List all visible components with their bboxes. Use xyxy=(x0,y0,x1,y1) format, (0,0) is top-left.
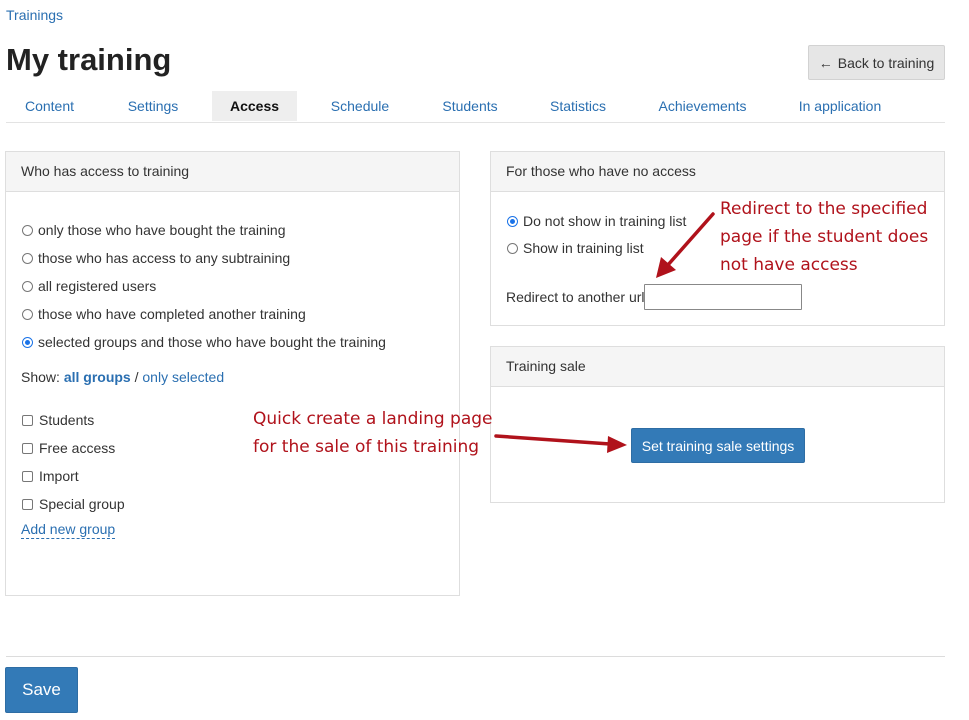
annotation-arrows xyxy=(494,212,715,453)
save-button[interactable]: Save xyxy=(5,667,78,713)
footer-divider xyxy=(6,656,945,657)
redirect-arrow-icon xyxy=(656,212,715,278)
sale-arrow-icon xyxy=(494,434,627,453)
